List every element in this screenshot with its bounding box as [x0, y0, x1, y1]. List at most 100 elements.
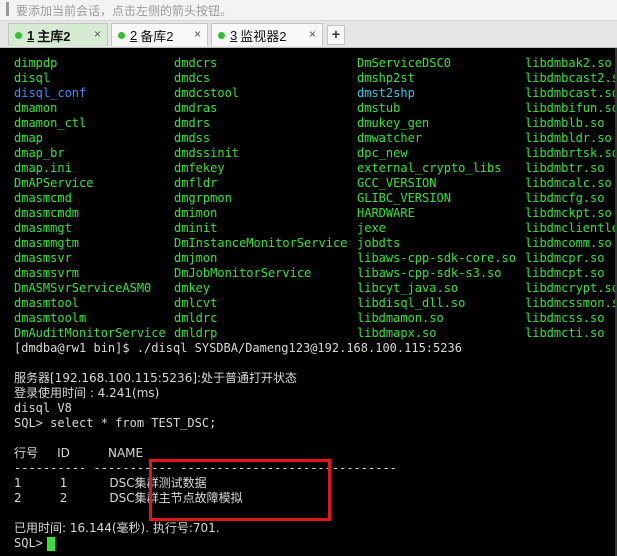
close-tab-icon[interactable]: ×: [194, 27, 201, 41]
file-entry: DmAPService: [14, 176, 94, 190]
file-entry: dmlcvt: [174, 296, 218, 310]
file-entry: dmgrpmon: [174, 191, 232, 205]
file-entry: dmasmcmd: [14, 191, 72, 205]
file-entry: dmasmsvr: [14, 251, 72, 265]
file-entry: libdmcrypt.so: [525, 281, 617, 295]
file-entry: libaws-cpp-sdk-core.so: [357, 251, 516, 265]
file-entry: dmfldr: [174, 176, 218, 190]
file-entry: external_crypto_libs: [357, 161, 502, 175]
tab-number: 1: [27, 27, 35, 43]
file-entry: dmldrc: [174, 311, 218, 325]
file-entry: libdisql_dll.so: [357, 296, 466, 310]
file-entry: libdmcssmon.so: [525, 296, 617, 310]
file-entry: dmkey: [174, 281, 211, 295]
session-tab-bar: 1 主库2 × 2 备库2 × 3 监视器2 × +: [0, 21, 617, 48]
file-entry: jobdts: [357, 236, 401, 250]
hint-bar-marker: [6, 2, 9, 16]
tab-number: 2: [130, 27, 138, 43]
tab-number: 3: [230, 27, 238, 43]
file-entry: dmamon_ctl: [14, 116, 87, 130]
file-entry: dimpdp: [14, 56, 58, 70]
sql-prompt: SQL>: [14, 536, 51, 550]
tab-monitor[interactable]: 3 监视器2 ×: [211, 23, 323, 46]
terminal-cursor: [47, 537, 55, 551]
file-entry: libcyt_java.so: [357, 281, 459, 295]
file-entry: libdmbrtsk.so: [525, 146, 617, 160]
file-entry: libdmbcast.so: [525, 86, 617, 100]
file-entry: dmasmmgtm: [14, 236, 80, 250]
file-entry: dmap_br: [14, 146, 65, 160]
file-entry: libdmcfg.so: [525, 191, 605, 205]
file-entry: libdmcpt.so: [525, 266, 605, 280]
file-entry: libdmcomm.so: [525, 236, 612, 250]
file-entry: dmfekey: [174, 161, 225, 175]
file-entry: GLIBC_VERSION: [357, 191, 451, 205]
close-tab-icon[interactable]: ×: [309, 27, 316, 41]
file-entry: libdmamon.so: [357, 311, 444, 325]
file-entry: dmasmsvrm: [14, 266, 80, 280]
tab-primary[interactable]: 1 主库2 ×: [8, 23, 108, 46]
file-entry: dpc_new: [357, 146, 408, 160]
file-entry: libdmcti.so: [525, 326, 605, 340]
file-entry: dmimon: [174, 206, 218, 220]
file-entry: libdmcpr.so: [525, 251, 605, 265]
file-entry: dmasmtoolm: [14, 311, 87, 325]
tab-standby[interactable]: 2 备库2 ×: [111, 23, 208, 46]
file-entry: DmServiceDSC0: [357, 56, 451, 70]
server-status-line: 服务器[192.168.100.115:5236]:处于普通打开状态: [14, 371, 298, 385]
connected-status-icon: [218, 31, 225, 39]
file-entry: dmdssinit: [174, 146, 240, 160]
version-line: disql V8: [14, 401, 72, 415]
file-entry: libdmbak2.so: [525, 56, 612, 70]
file-entry: libdmblb.so: [525, 116, 605, 130]
file-entry: dmasmcmdm: [14, 206, 80, 220]
file-entry: GCC_VERSION: [357, 176, 437, 190]
file-entry: dmdcstool: [174, 86, 240, 100]
file-entry: dmamon: [14, 101, 58, 115]
file-entry: jexe: [357, 221, 386, 235]
file-entry: disql_conf: [14, 86, 87, 100]
file-entry: disql: [14, 71, 51, 85]
file-entry: DmASMSvrServiceASM0: [14, 281, 152, 295]
file-entry: dmap.ini: [14, 161, 72, 175]
file-entry: dmwatcher: [357, 131, 423, 145]
file-entry: dmdss: [174, 131, 211, 145]
highlight-box: [149, 459, 331, 521]
file-entry: HARDWARE: [357, 206, 415, 220]
connected-status-icon: [118, 31, 125, 39]
close-tab-icon[interactable]: ×: [94, 27, 101, 41]
file-entry: dmdras: [174, 101, 218, 115]
file-entry: libdmclientlex: [525, 221, 617, 235]
file-entry: dmjmon: [174, 251, 218, 265]
shell-command-line: [dmdba@rw1 bin]$ ./disql SYSDBA/Dameng12…: [14, 341, 462, 355]
file-entry: libdmapx.so: [357, 326, 437, 340]
file-entry: libdmcss.so: [525, 311, 605, 325]
file-entry: libdmckpt.so: [525, 206, 612, 220]
tab-label: 备库2: [140, 28, 174, 44]
file-entry: dmasmtool: [14, 296, 80, 310]
file-entry: dmldrp: [174, 326, 218, 340]
file-entry: libdmcalc.so: [525, 176, 612, 190]
file-entry: dmstub: [357, 101, 401, 115]
file-entry: dmdcrs: [174, 56, 218, 70]
session-hint-bar: 要添加当前会话，点击左侧的箭头按钮。: [0, 0, 617, 21]
tab-label: 监视器2: [240, 28, 287, 44]
file-entry: dmdcs: [174, 71, 211, 85]
terminal-pane[interactable]: [dmdba@rw1 bin]$ ./disql SYSDBA/Dameng12…: [0, 48, 617, 556]
file-entry: libdmbifun.so: [525, 101, 617, 115]
file-entry: libdmbtr.so: [525, 161, 605, 175]
file-entry: dmukey_gen: [357, 116, 430, 130]
file-entry: libaws-cpp-sdk-s3.so: [357, 266, 502, 280]
file-entry: DmInstanceMonitorService: [174, 236, 348, 250]
file-entry: DmAuditMonitorService: [14, 326, 166, 340]
result-header: 行号 ID NAME: [14, 446, 144, 460]
file-entry: DmJobMonitorService: [174, 266, 312, 280]
tab-label: 主库2: [37, 28, 71, 44]
elapsed-time-line: 已用时间: 16.144(毫秒). 执行号:701.: [14, 521, 220, 535]
file-entry: dmdrs: [174, 116, 211, 130]
file-entry: libdmbldr.so: [525, 131, 612, 145]
file-entry: dmst2shp: [357, 86, 415, 100]
connected-status-icon: [15, 31, 22, 39]
file-entry: dminit: [174, 221, 218, 235]
add-tab-button[interactable]: +: [327, 25, 345, 45]
